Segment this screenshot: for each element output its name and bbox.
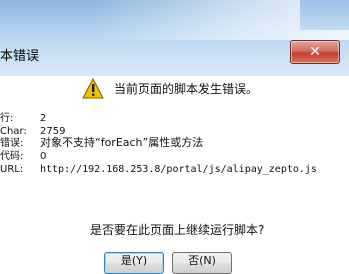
window-title: 本错误 (0, 49, 40, 64)
field-label-char: Char: (0, 126, 27, 137)
field-label-error: 错误: (0, 138, 24, 149)
close-button[interactable]: ✕ (290, 40, 340, 64)
field-value-line: 2 (40, 113, 47, 124)
field-value-url: http://192.168.253.8/portal/js/alipay_ze… (40, 164, 317, 175)
field-value-error: 对象不支持“forEach”属性或方法 (40, 136, 204, 149)
field-label-url: URL: (0, 164, 24, 175)
title-bar-right (300, 0, 349, 30)
continue-question: 是否要在此页面上继续运行脚本? (90, 223, 265, 237)
field-label-code: 代码: (0, 151, 24, 162)
warning-icon (82, 78, 104, 99)
error-header-message: 当前页面的脚本发生错误。 (114, 82, 259, 96)
field-label-line: 行: (0, 113, 14, 124)
yes-button[interactable]: 是(Y) (104, 252, 164, 274)
title-bar: 本错误 ✕ (0, 0, 349, 76)
field-value-code: 0 (40, 151, 47, 162)
no-button[interactable]: 否(N) (172, 252, 232, 274)
